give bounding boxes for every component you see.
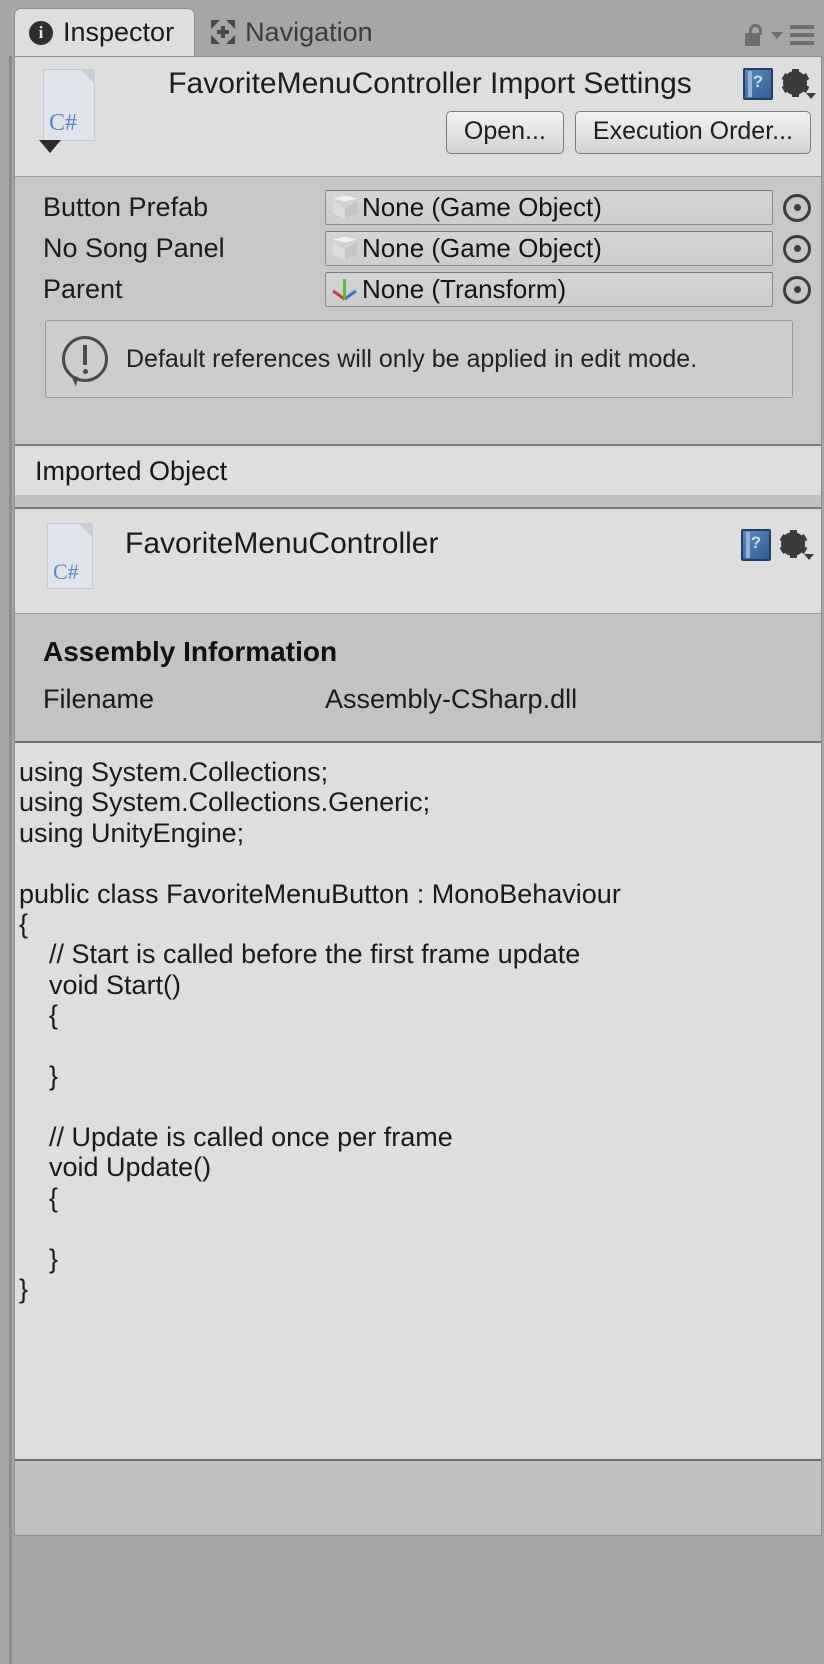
caret-down-icon[interactable] — [771, 31, 783, 39]
game-object-cube-icon — [332, 195, 358, 221]
object-field-value: None (Transform) — [362, 274, 567, 304]
csharp-file-icon-label: C# — [49, 110, 78, 136]
inspector-tab-bar: i Inspector Navigation — [0, 0, 824, 56]
tab-inspector[interactable]: i Inspector — [14, 8, 196, 56]
property-label: No Song Panel — [43, 233, 225, 263]
assembly-row-value: Assembly-CSharp.dll — [325, 684, 578, 714]
transform-gizmo-icon — [332, 277, 358, 303]
help-box: Default references will only be applied … — [45, 320, 793, 398]
property-row-button-prefab: Button Prefab None (Game Object) — [15, 187, 821, 228]
help-book-icon[interactable]: ? — [741, 529, 771, 561]
header-button-row: Open... Execution Order... — [99, 111, 811, 154]
inspector-panel: C# FavoriteMenuController Import Setting… — [14, 56, 822, 1536]
object-field-no-song-panel[interactable]: None (Game Object) — [325, 231, 773, 266]
assembly-information-heading: Assembly Information — [43, 636, 338, 667]
help-book-icon[interactable]: ? — [743, 68, 773, 100]
caret-down-icon[interactable] — [39, 140, 61, 153]
csharp-file-icon[interactable]: C# — [41, 523, 97, 599]
tab-bar-controls — [745, 24, 824, 56]
imported-object-section-title: Imported Object — [15, 444, 821, 495]
script-code-preview: using System.Collections; using System.C… — [15, 741, 821, 1461]
panel-footer — [15, 1461, 821, 1535]
import-settings-header: C# FavoriteMenuController Import Setting… — [15, 57, 821, 177]
script-code-text: using System.Collections; using System.C… — [19, 757, 621, 1304]
circle-select-icon[interactable] — [783, 275, 811, 304]
assembly-information-section: Assembly Information Filename Assembly-C… — [15, 613, 821, 741]
property-label: Button Prefab — [43, 192, 209, 222]
object-field-value: None (Game Object) — [362, 192, 602, 222]
default-references-properties: Button Prefab None (Game Object) No Song… — [15, 177, 821, 444]
imported-object-name: FavoriteMenuController — [125, 527, 439, 560]
gear-icon[interactable] — [779, 530, 814, 560]
object-field-parent[interactable]: None (Transform) — [325, 272, 773, 307]
assembly-row-filename: Filename Assembly-CSharp.dll — [15, 684, 821, 727]
properties-bottom-spacer — [15, 398, 821, 436]
hamburger-menu-icon[interactable] — [790, 25, 814, 45]
four-arrows-icon — [211, 20, 236, 44]
window-left-rail — [0, 0, 14, 1664]
csharp-file-icon[interactable]: C# — [37, 69, 99, 155]
property-row-parent: Parent None (Transform) — [15, 269, 821, 310]
property-label: Parent — [43, 274, 123, 304]
tab-navigation-label: Navigation — [245, 16, 373, 47]
csharp-file-icon-label: C# — [53, 559, 79, 584]
object-field-value: None (Game Object) — [362, 233, 602, 263]
help-box-message: Default references will only be applied … — [126, 344, 698, 373]
property-row-no-song-panel: No Song Panel None (Game Object) — [15, 228, 821, 269]
assembly-row-key: Filename — [43, 684, 155, 714]
lock-open-icon[interactable] — [745, 24, 764, 46]
info-circle-icon: i — [29, 20, 53, 45]
page-title: FavoriteMenuController Import Settings — [168, 67, 692, 100]
object-field-button-prefab[interactable]: None (Game Object) — [325, 190, 773, 225]
tab-inspector-label: Inspector — [63, 17, 175, 47]
section-divider — [15, 495, 821, 509]
imported-object-header: C# FavoriteMenuController ? — [15, 509, 821, 613]
game-object-cube-icon — [332, 236, 358, 262]
execution-order-button[interactable]: Execution Order... — [574, 111, 811, 154]
gear-icon[interactable] — [781, 69, 816, 99]
tab-navigation[interactable]: Navigation — [195, 8, 393, 56]
circle-select-icon[interactable] — [783, 234, 811, 263]
circle-select-icon[interactable] — [783, 193, 811, 222]
open-button[interactable]: Open... — [445, 111, 564, 154]
info-warning-icon — [62, 336, 108, 387]
